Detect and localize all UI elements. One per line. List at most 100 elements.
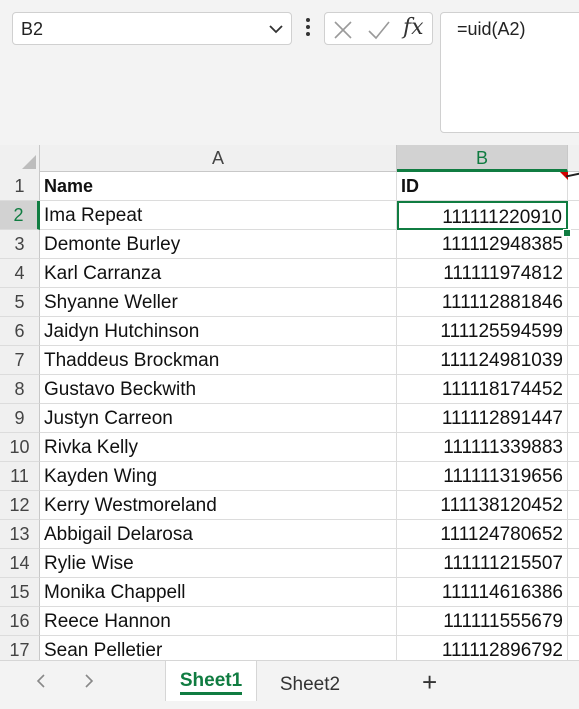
row-header[interactable]: 17 [0, 636, 40, 660]
fill-handle[interactable] [563, 229, 571, 237]
column-header-c[interactable] [568, 145, 579, 172]
cell-a[interactable]: Rylie Wise [40, 549, 397, 578]
name-box[interactable]: B2 [12, 12, 292, 45]
enter-check-icon[interactable] [367, 20, 391, 40]
cell-a[interactable]: Karl Carranza [40, 259, 397, 288]
table-row: 1 Name ID [0, 172, 579, 201]
table-row: 10 Rivka Kelly 111111339883 [0, 433, 579, 462]
cell-c[interactable] [568, 288, 579, 317]
column-header-b[interactable]: B [397, 145, 568, 172]
row-header[interactable]: 5 [0, 288, 40, 317]
row-header[interactable]: 6 [0, 317, 40, 346]
cell-c[interactable] [568, 578, 579, 607]
cell-b[interactable]: 111112948385 [397, 230, 568, 259]
table-row: 6 Jaidyn Hutchinson 111125594599 [0, 317, 579, 346]
row-header[interactable]: 10 [0, 433, 40, 462]
row-header[interactable]: 15 [0, 578, 40, 607]
cell-a[interactable]: Monika Chappell [40, 578, 397, 607]
row-header[interactable]: 12 [0, 491, 40, 520]
cell-a[interactable]: Jaidyn Hutchinson [40, 317, 397, 346]
tab-sheet1[interactable]: Sheet1 [165, 661, 257, 701]
chevron-left-icon[interactable] [34, 673, 48, 689]
cell-c[interactable] [568, 549, 579, 578]
cell-b[interactable]: 111124981039 [397, 346, 568, 375]
row-header[interactable]: 4 [0, 259, 40, 288]
cell-a[interactable]: Demonte Burley [40, 230, 397, 259]
table-row: 14 Rylie Wise 111111215507 [0, 549, 579, 578]
cell-a[interactable]: Thaddeus Brockman [40, 346, 397, 375]
column-header-row: A B [0, 145, 579, 172]
spreadsheet-grid: A B 1 Name ID 2 Ima Repeat 111111220910 … [0, 145, 579, 660]
cell-a[interactable]: Gustavo Beckwith [40, 375, 397, 404]
sheet-tab-bar: Sheet1 Sheet2 + [0, 660, 579, 701]
cell-c[interactable] [568, 433, 579, 462]
tab-sheet2[interactable]: Sheet2 [270, 661, 350, 701]
table-row: 3 Demonte Burley 111112948385 [0, 230, 579, 259]
cell-a[interactable]: Justyn Carreon [40, 404, 397, 433]
table-row: 9 Justyn Carreon 111112891447 [0, 404, 579, 433]
cell-c[interactable] [568, 317, 579, 346]
cell-c[interactable] [568, 520, 579, 549]
table-row: 17 Sean Pelletier 111112896792 [0, 636, 579, 660]
cell-a[interactable]: Kayden Wing [40, 462, 397, 491]
cell-b[interactable]: 111138120452 [397, 491, 568, 520]
cell-b[interactable]: 111118174452 [397, 375, 568, 404]
cell-c[interactable] [568, 607, 579, 636]
cell-b1[interactable]: ID [397, 172, 568, 201]
table-row: 8 Gustavo Beckwith 111118174452 [0, 375, 579, 404]
cell-a[interactable]: Rivka Kelly [40, 433, 397, 462]
select-all-corner[interactable] [0, 145, 40, 172]
cell-c[interactable] [568, 636, 579, 660]
name-box-value: B2 [21, 19, 44, 39]
cell-c[interactable] [568, 375, 579, 404]
chevron-down-icon[interactable] [267, 20, 285, 38]
cell-a1[interactable]: Name [40, 172, 397, 201]
cell-c[interactable] [568, 462, 579, 491]
cell-b[interactable]: 111111555679 [397, 607, 568, 636]
cell-b[interactable]: 111111319656 [397, 462, 568, 491]
cell-a[interactable]: Sean Pelletier [40, 636, 397, 660]
chevron-right-icon[interactable] [82, 673, 96, 689]
row-header[interactable]: 9 [0, 404, 40, 433]
row-header[interactable]: 7 [0, 346, 40, 375]
formula-input[interactable]: =uid(A2) [440, 12, 579, 133]
cell-a[interactable]: Shyanne Weller [40, 288, 397, 317]
cell-a2[interactable]: Ima Repeat [40, 201, 397, 230]
table-row: 2 Ima Repeat 111111220910 [0, 201, 579, 230]
tab-sheet2-label: Sheet2 [279, 674, 341, 695]
table-row: 4 Karl Carranza 111111974812 [0, 259, 579, 288]
cell-c[interactable] [568, 346, 579, 375]
cell-a[interactable]: Reece Hannon [40, 607, 397, 636]
row-header[interactable]: 11 [0, 462, 40, 491]
row-header[interactable]: 8 [0, 375, 40, 404]
row-header-selected[interactable]: 2 [0, 201, 40, 230]
cell-b[interactable]: 111111339883 [397, 433, 568, 462]
cancel-icon[interactable] [333, 20, 353, 40]
table-row: 5 Shyanne Weller 111112881846 [0, 288, 579, 317]
cell-b[interactable]: 111111974812 [397, 259, 568, 288]
formula-controls: fx [324, 12, 433, 45]
row-header[interactable]: 16 [0, 607, 40, 636]
cell-b[interactable]: 111112881846 [397, 288, 568, 317]
cell-a[interactable]: Kerry Westmoreland [40, 491, 397, 520]
row-header[interactable]: 1 [0, 172, 40, 201]
cell-c[interactable] [568, 491, 579, 520]
insert-function-icon[interactable]: fx [403, 15, 424, 40]
column-header-a[interactable]: A [40, 145, 397, 172]
cell-b[interactable]: 111125594599 [397, 317, 568, 346]
row-header[interactable]: 13 [0, 520, 40, 549]
row-header[interactable]: 14 [0, 549, 40, 578]
cell-c[interactable] [568, 259, 579, 288]
row-header[interactable]: 3 [0, 230, 40, 259]
cell-b[interactable]: 111112891447 [397, 404, 568, 433]
cell-c2[interactable] [568, 201, 579, 230]
cell-b[interactable]: 111124780652 [397, 520, 568, 549]
cell-b[interactable]: 111114616386 [397, 578, 568, 607]
add-sheet-button[interactable]: + [422, 669, 437, 695]
cell-b2-active[interactable]: 111111220910 [397, 201, 568, 230]
cell-c[interactable] [568, 404, 579, 433]
cell-b[interactable]: 111111215507 [397, 549, 568, 578]
more-options-icon[interactable] [303, 15, 313, 39]
cell-b[interactable]: 111112896792 [397, 636, 568, 660]
cell-a[interactable]: Abbigail Delarosa [40, 520, 397, 549]
